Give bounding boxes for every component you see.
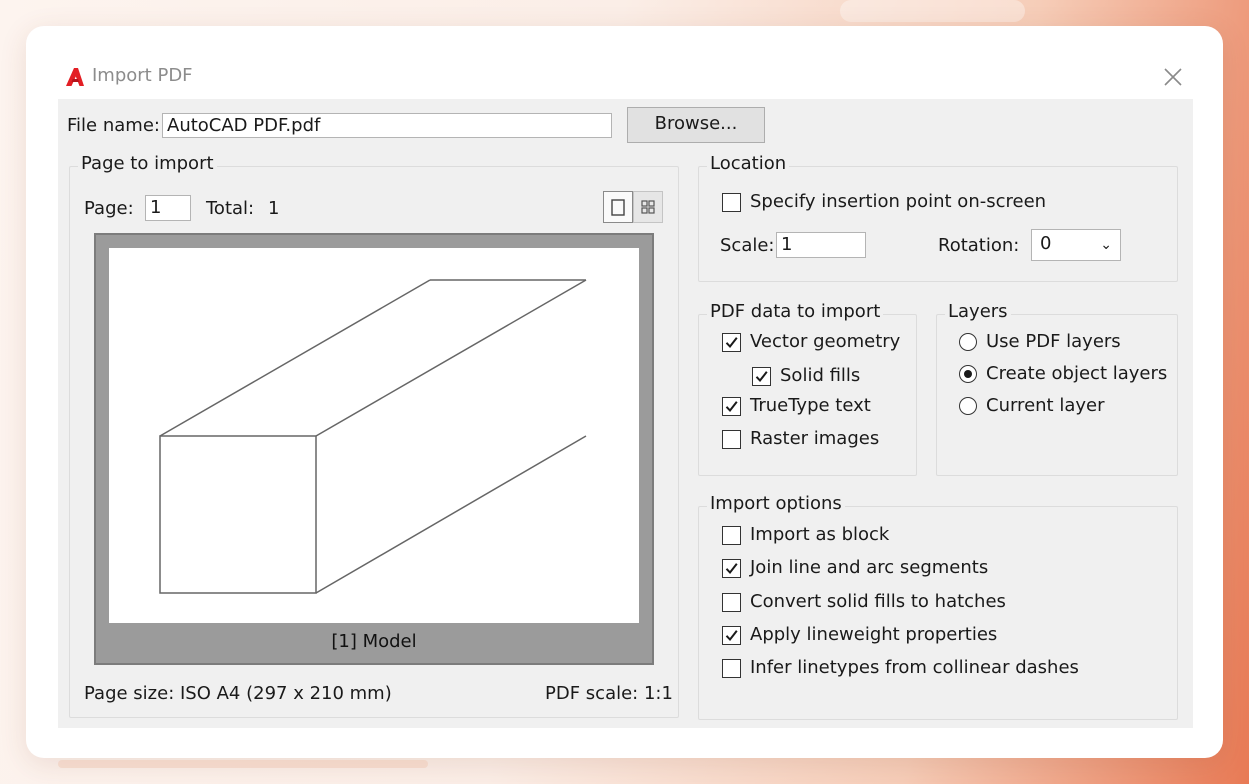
checkmark-icon xyxy=(725,337,738,349)
page-size-text: Page size: ISO A4 (297 x 210 mm) xyxy=(84,683,392,704)
pdf-data-legend: PDF data to import xyxy=(707,301,884,322)
rotation-label: Rotation: xyxy=(938,235,1020,256)
scale-input[interactable]: 1 xyxy=(776,232,866,258)
convert-fills-label: Convert solid fills to hatches xyxy=(750,591,1006,612)
close-icon[interactable] xyxy=(1158,62,1188,92)
import-options-legend: Import options xyxy=(707,493,845,514)
background-decoration xyxy=(840,0,1025,22)
use-pdf-layers-label: Use PDF layers xyxy=(986,331,1121,352)
radio-dot xyxy=(964,370,972,378)
rotation-value: 0 xyxy=(1040,233,1052,254)
truetype-text-label: TrueType text xyxy=(750,395,871,416)
checkmark-icon xyxy=(755,371,768,383)
background-decoration xyxy=(58,760,428,768)
join-segments-checkbox[interactable] xyxy=(722,559,741,578)
vector-geometry-label: Vector geometry xyxy=(750,331,901,352)
insertion-point-checkbox[interactable] xyxy=(722,193,741,212)
truetype-text-checkbox[interactable] xyxy=(722,397,741,416)
apply-lineweight-label: Apply lineweight properties xyxy=(750,624,998,645)
vector-geometry-checkbox[interactable] xyxy=(722,333,741,352)
autocad-logo-icon xyxy=(66,68,84,86)
use-pdf-layers-radio[interactable] xyxy=(959,333,977,351)
browse-button[interactable]: Browse... xyxy=(627,107,765,143)
current-layer-label: Current layer xyxy=(986,395,1105,416)
preview-drawing xyxy=(159,279,587,594)
grid-view-button[interactable] xyxy=(633,191,663,223)
title-bar[interactable]: Import PDF xyxy=(58,56,1193,99)
raster-images-checkbox[interactable] xyxy=(722,430,741,449)
import-as-block-checkbox[interactable] xyxy=(722,526,741,545)
view-toggle xyxy=(603,191,663,223)
total-value: 1 xyxy=(268,198,280,219)
join-segments-label: Join line and arc segments xyxy=(750,557,989,578)
checkmark-icon xyxy=(725,630,738,642)
rotation-select[interactable]: 0 ⌄ xyxy=(1031,229,1121,261)
import-as-block-label: Import as block xyxy=(750,524,890,545)
single-page-view-icon xyxy=(611,199,625,216)
solid-fills-label: Solid fills xyxy=(780,365,861,386)
raster-images-label: Raster images xyxy=(750,428,880,449)
file-name-label: File name: xyxy=(67,115,160,136)
location-legend: Location xyxy=(707,153,790,174)
page-label: Page: xyxy=(84,198,134,219)
checkmark-icon xyxy=(725,563,738,575)
apply-lineweight-checkbox[interactable] xyxy=(722,626,741,645)
page-preview[interactable]: [1] Model xyxy=(94,233,654,665)
preview-paper xyxy=(109,248,639,623)
import-pdf-dialog: Import PDF File name: AutoCAD PDF.pdf Br… xyxy=(58,56,1193,728)
chevron-down-icon: ⌄ xyxy=(1100,237,1112,253)
file-name-input[interactable]: AutoCAD PDF.pdf xyxy=(162,113,612,138)
scale-label: Scale: xyxy=(720,235,775,256)
location-group: Location xyxy=(698,153,1178,282)
insertion-point-label: Specify insertion point on-screen xyxy=(750,191,1047,212)
pdf-scale-text: PDF scale: 1:1 xyxy=(545,683,673,704)
single-page-view-button[interactable] xyxy=(603,191,633,223)
convert-fills-checkbox[interactable] xyxy=(722,593,741,612)
layers-legend: Layers xyxy=(945,301,1011,322)
create-object-layers-label: Create object layers xyxy=(986,363,1168,384)
dialog-title: Import PDF xyxy=(92,65,193,86)
solid-fills-checkbox[interactable] xyxy=(752,367,771,386)
current-layer-radio[interactable] xyxy=(959,397,977,415)
create-object-layers-radio[interactable] xyxy=(959,365,977,383)
page-to-import-legend: Page to import xyxy=(78,153,217,174)
total-label: Total: xyxy=(206,198,255,219)
grid-view-icon xyxy=(641,200,655,214)
infer-linetypes-label: Infer linetypes from collinear dashes xyxy=(750,657,1079,678)
page-number-input[interactable]: 1 xyxy=(145,195,191,221)
infer-linetypes-checkbox[interactable] xyxy=(722,659,741,678)
checkmark-icon xyxy=(725,401,738,413)
preview-label: [1] Model xyxy=(331,631,417,652)
